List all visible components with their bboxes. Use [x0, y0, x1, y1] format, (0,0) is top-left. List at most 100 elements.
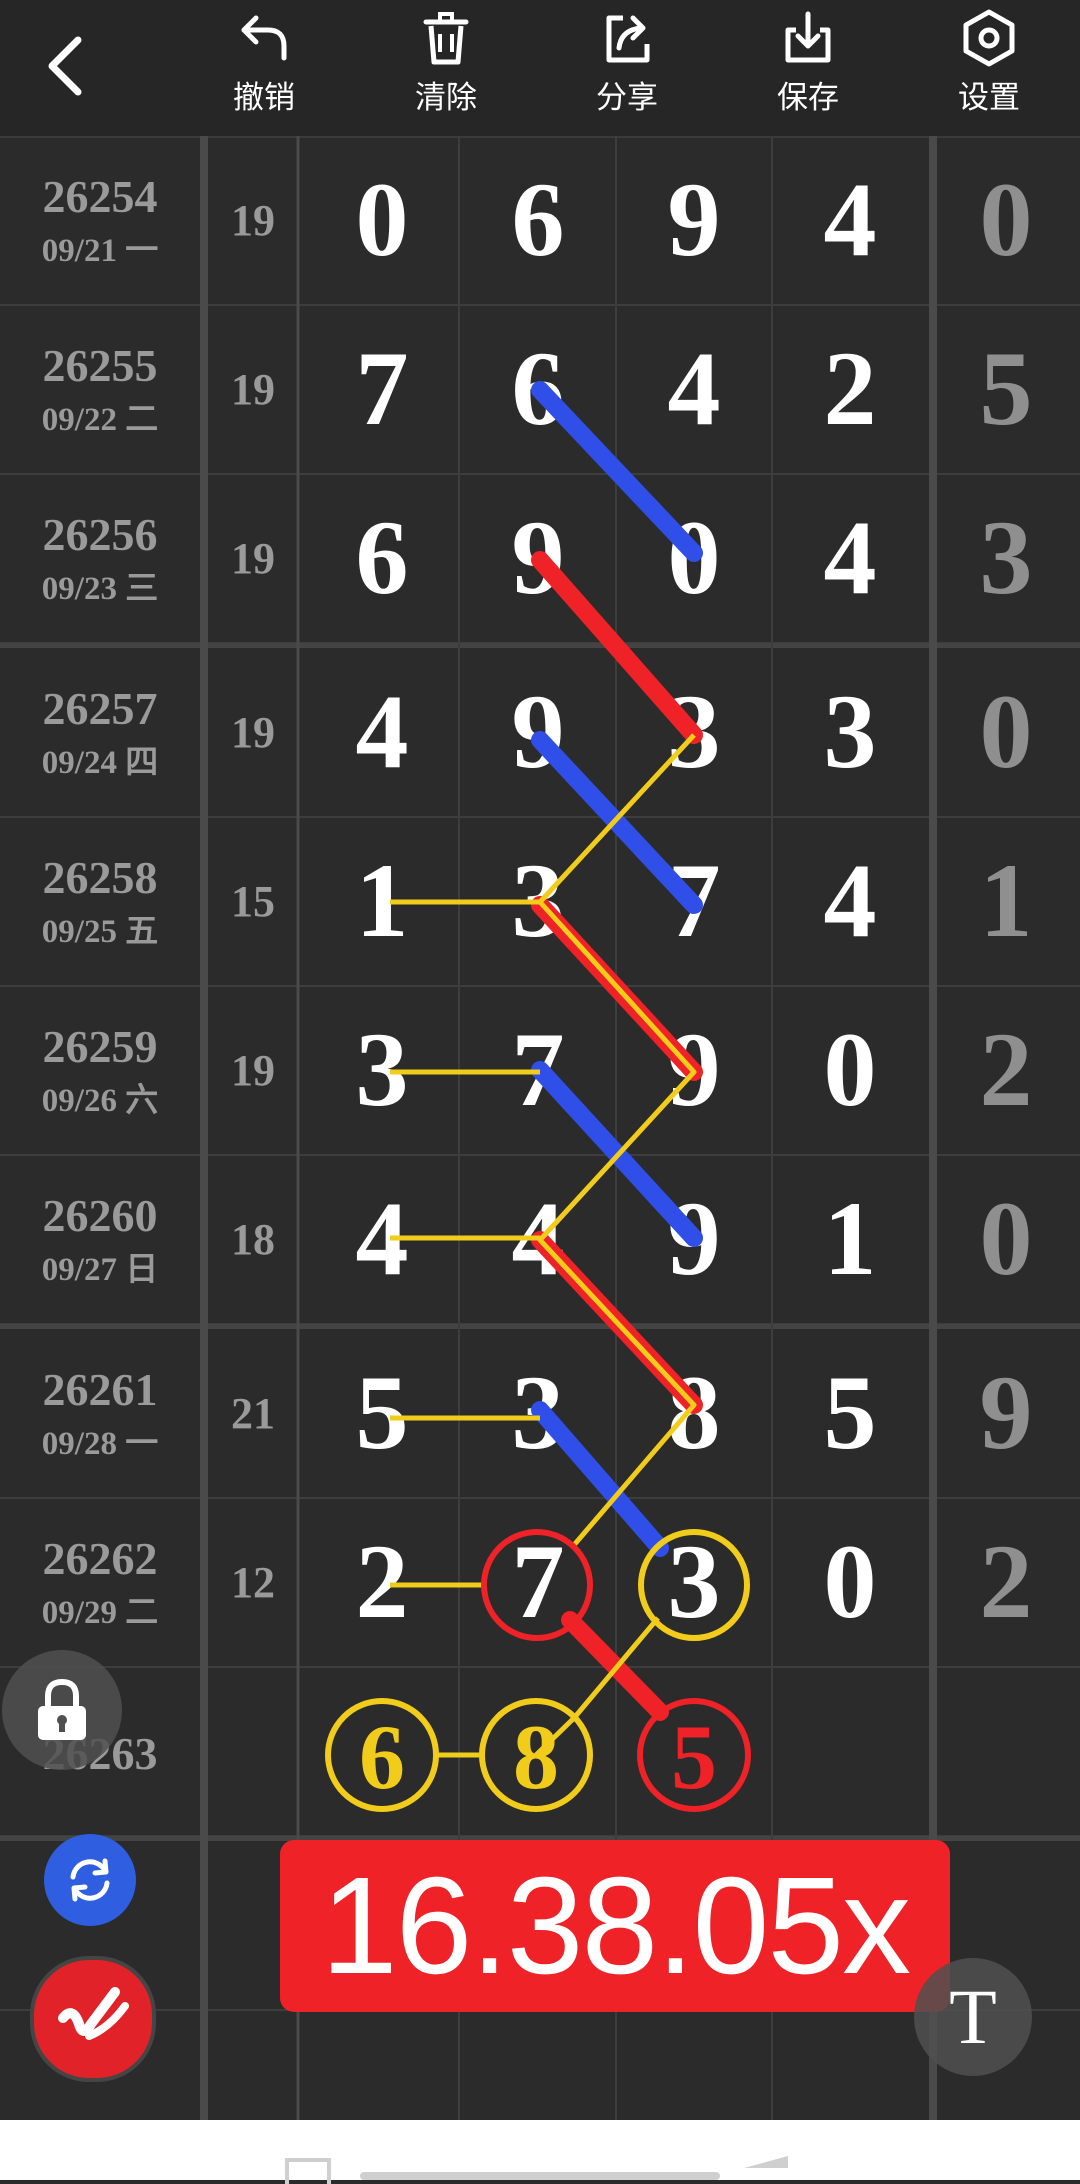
- download-icon: [785, 11, 831, 63]
- digit-1[interactable]: 5: [304, 1329, 460, 1497]
- issue-cell: 26258 09/25 五: [0, 817, 200, 985]
- digit-1[interactable]: 0: [304, 136, 460, 304]
- table-row[interactable]: 26260 09/27 日 18 4 4 9 1 0: [0, 1155, 1080, 1325]
- issue-date: 09/24 四: [41, 745, 159, 781]
- digit-1[interactable]: 2: [304, 1498, 460, 1666]
- digit-5: 0: [979, 673, 1033, 790]
- table-row-next[interactable]: 26263: [0, 1667, 1080, 1837]
- issue-date: 09/27 日: [41, 1252, 159, 1288]
- digit-2[interactable]: 3: [460, 1329, 616, 1497]
- back-button[interactable]: [36, 26, 96, 106]
- share-label: 分享: [596, 80, 658, 115]
- result-banner: 16.38.05x: [280, 1840, 950, 2012]
- digit-4[interactable]: 2: [772, 305, 928, 473]
- issue-cell: 26255 09/22 二: [0, 305, 200, 473]
- digit-3[interactable]: 8: [616, 1329, 772, 1497]
- issue-number: 26257: [42, 683, 158, 734]
- save-button[interactable]: 保存: [753, 8, 863, 128]
- settings-label: 设置: [958, 80, 1020, 115]
- table-row[interactable]: 26259 09/26 六 19 3 7 9 0 2: [0, 986, 1080, 1156]
- sum-value: 19: [231, 1045, 275, 1095]
- share-button[interactable]: 分享: [572, 8, 682, 128]
- digit-2[interactable]: 3: [460, 817, 616, 985]
- digit-5: 9: [979, 1354, 1033, 1471]
- digit-4[interactable]: 4: [772, 474, 928, 642]
- undo-icon: [241, 15, 287, 61]
- digit-1[interactable]: 4: [304, 1155, 460, 1323]
- digit-1[interactable]: 3: [304, 986, 460, 1154]
- digit-4[interactable]: 4: [772, 817, 928, 985]
- table-row[interactable]: 26261 09/28 一 21 5 3 8 5 9: [0, 1324, 1080, 1499]
- digit-3[interactable]: 0: [616, 474, 772, 642]
- issue-number: 26255: [42, 340, 158, 391]
- digit-5: 0: [979, 161, 1033, 278]
- digit-2[interactable]: 7: [460, 1498, 616, 1666]
- table-row[interactable]: 26257 09/24 四 19 4 9 3 3 0: [0, 643, 1080, 818]
- digit-2[interactable]: 9: [460, 474, 616, 642]
- sum-value: 21: [231, 1388, 275, 1438]
- checkmark-logo-icon: [58, 1987, 129, 2040]
- digit-4[interactable]: 3: [772, 648, 928, 816]
- sum-value: 15: [231, 876, 275, 926]
- digit-1[interactable]: 1: [304, 817, 460, 985]
- issue-cell: 26256 09/23 三: [0, 474, 200, 642]
- digit-3[interactable]: 7: [616, 817, 772, 985]
- issue-cell: 26257 09/24 四: [0, 648, 200, 816]
- digit-2[interactable]: 7: [460, 986, 616, 1154]
- refresh-button[interactable]: [44, 1834, 136, 1926]
- digit-4[interactable]: 0: [772, 1498, 928, 1666]
- digit-3[interactable]: 4: [616, 305, 772, 473]
- digit-2[interactable]: 9: [460, 648, 616, 816]
- digit-1[interactable]: 7: [304, 305, 460, 473]
- issue-date: 09/29 二: [41, 1595, 159, 1631]
- table-row[interactable]: 26254 09/21 一 19 0 6 9 4 0: [0, 136, 1080, 306]
- issue-date: 09/22 二: [41, 402, 159, 438]
- recent-apps-icon[interactable]: [285, 2158, 331, 2184]
- trash-icon: [423, 12, 469, 65]
- digit-5: 2: [979, 1523, 1033, 1640]
- issue-cell: 26254 09/21 一: [0, 136, 200, 304]
- issue-number: 26254: [42, 171, 158, 222]
- digit-3[interactable]: 3: [616, 1498, 772, 1666]
- issue-number: 26262: [42, 1533, 158, 1584]
- sum-value: 12: [231, 1557, 275, 1607]
- back-triangle-icon[interactable]: [744, 2156, 788, 2168]
- table-row[interactable]: 26262 09/29 二 12 2 7 3 0 2: [0, 1498, 1080, 1668]
- app-logo-button[interactable]: [30, 1956, 156, 2082]
- undo-button[interactable]: 撤销: [209, 8, 319, 128]
- table-row[interactable]: 26255 09/22 二 19 7 6 4 2 5: [0, 305, 1080, 475]
- digit-1[interactable]: 6: [304, 474, 460, 642]
- digit-5: 1: [979, 842, 1033, 959]
- table-row[interactable]: 26256 09/23 三 19 6 9 0 4 3: [0, 474, 1080, 644]
- digit-2[interactable]: 6: [460, 305, 616, 473]
- issue-number: 26258: [42, 852, 158, 903]
- digit-4[interactable]: 4: [772, 136, 928, 304]
- issue-cell: 26262 09/29 二: [0, 1498, 200, 1666]
- issue-number: 26259: [42, 1021, 158, 1072]
- digit-5: 0: [979, 1180, 1033, 1297]
- settings-icon: [963, 9, 1015, 67]
- settings-button[interactable]: 设置: [934, 8, 1044, 128]
- table-row[interactable]: 26258 09/25 五 15 1 3 7 4 1: [0, 817, 1080, 987]
- lock-button[interactable]: [2, 1650, 122, 1770]
- issue-date: 09/26 六: [41, 1083, 159, 1119]
- digit-3[interactable]: 3: [616, 648, 772, 816]
- issue-number: 26256: [42, 509, 158, 560]
- digit-5: 3: [979, 499, 1033, 616]
- digit-3[interactable]: 9: [616, 136, 772, 304]
- digit-3[interactable]: 9: [616, 986, 772, 1154]
- digit-1[interactable]: 4: [304, 648, 460, 816]
- digit-4[interactable]: 5: [772, 1329, 928, 1497]
- issue-date: 09/23 三: [41, 571, 159, 607]
- undo-label: 撤销: [233, 80, 295, 115]
- digit-3[interactable]: 9: [616, 1155, 772, 1323]
- digit-4[interactable]: 1: [772, 1155, 928, 1323]
- digit-2[interactable]: 6: [460, 136, 616, 304]
- issue-number: 26260: [42, 1190, 158, 1241]
- clear-button[interactable]: 清除: [391, 8, 501, 128]
- digit-4[interactable]: 0: [772, 986, 928, 1154]
- digit-2[interactable]: 4: [460, 1155, 616, 1323]
- home-pill-icon[interactable]: [360, 2172, 720, 2180]
- text-tool-button[interactable]: T: [914, 1958, 1032, 2076]
- sum-value: 19: [231, 707, 275, 757]
